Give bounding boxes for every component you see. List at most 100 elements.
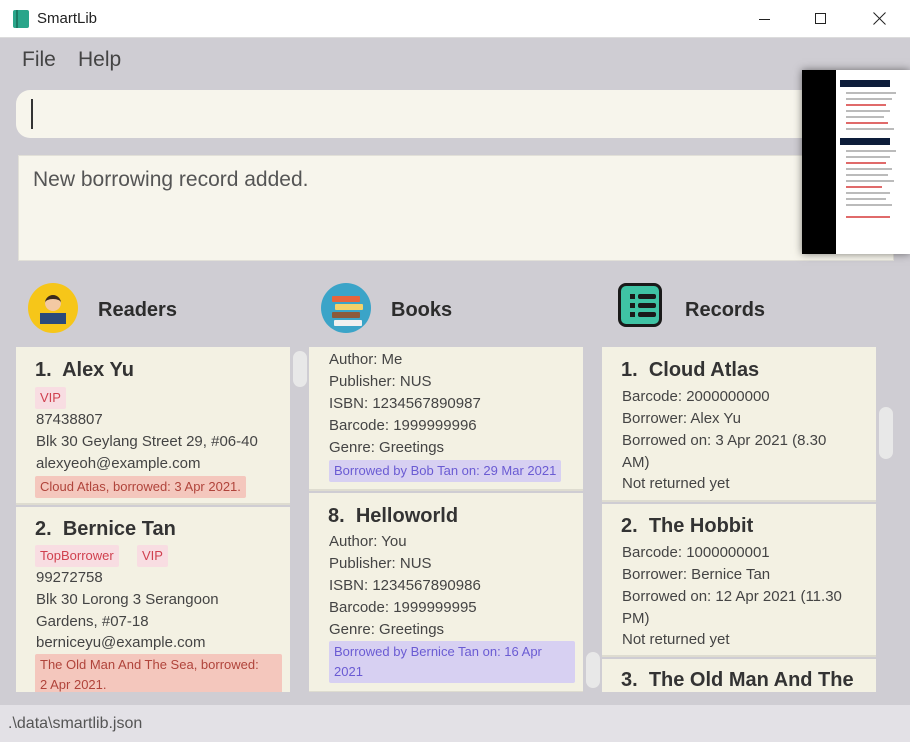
menu-file[interactable]: File <box>22 48 56 72</box>
book-genre: Genre: Greetings <box>329 621 445 638</box>
borrowed-line: 2 Apr 2021. <box>40 677 107 692</box>
reader-email: alexyeoh@example.com <box>36 455 201 472</box>
preview-line <box>846 204 892 206</box>
record-barcode: Barcode: 2000000000 <box>622 388 770 405</box>
books-stack-icon <box>321 283 371 333</box>
record-card[interactable]: 3. The Old Man And The <box>602 659 876 692</box>
records-icon-row <box>630 303 656 308</box>
reader-tag: VIP <box>35 387 66 409</box>
book-isbn: ISBN: 1234567890987 <box>329 395 481 412</box>
book-borrowed-tag: Borrowed by Bob Tan on: 29 Mar 2021 <box>329 460 562 482</box>
records-icon-row <box>630 312 656 317</box>
preview-line <box>846 110 890 112</box>
preview-line <box>846 150 896 152</box>
preview-line <box>846 216 890 218</box>
record-title: 2. The Hobbit <box>621 515 754 537</box>
book-isbn: ISBN: 1234567890986 <box>329 577 481 594</box>
reader-name: 2. Bernice Tan <box>35 518 176 540</box>
window-title: SmartLib <box>37 10 98 27</box>
result-display: New borrowing record added. <box>18 155 894 261</box>
book-layer <box>332 312 360 318</box>
preview-line <box>846 104 886 106</box>
book-card[interactable]: 8. Helloworld Author: You Publisher: NUS… <box>309 493 583 692</box>
data-file-path: .\data\smartlib.json <box>8 715 143 732</box>
readers-list[interactable]: 1. Alex Yu VIP 87438807 Blk 30 Geylang S… <box>16 347 290 692</box>
preview-line <box>846 98 892 100</box>
reader-face <box>45 295 61 311</box>
records-icon-row <box>630 294 656 299</box>
record-borrowed-on-cont: PM) <box>622 610 650 627</box>
preview-line <box>846 162 886 164</box>
record-borrower: Borrower: Bernice Tan <box>622 566 771 583</box>
records-scrollbar[interactable] <box>879 347 893 692</box>
title-bar: SmartLib <box>0 0 910 38</box>
reader-borrowed-tag: The Old Man And The Sea, borrowed: 2 Apr… <box>35 654 282 692</box>
borrowed-line: The Old Man And The Sea, borrowed: <box>40 657 259 672</box>
record-barcode: Barcode: 1000000001 <box>622 544 770 561</box>
preview-line <box>846 180 894 182</box>
preview-line <box>846 116 884 118</box>
books-scroll-thumb[interactable] <box>586 652 600 688</box>
record-title: 1. Cloud Atlas <box>621 359 760 381</box>
record-borrowed-on: Borrowed on: 12 Apr 2021 (11.30 <box>622 588 842 605</box>
records-title: Records <box>685 299 766 321</box>
preview-heading <box>840 138 890 145</box>
status-bar: .\data\smartlib.json <box>0 705 910 742</box>
record-borrower: Borrower: Alex Yu <box>622 410 741 427</box>
book-layer <box>335 304 363 310</box>
minimize-button[interactable] <box>734 0 792 38</box>
record-card[interactable]: 2. The Hobbit Barcode: 1000000001 Borrow… <box>602 504 876 657</box>
command-input[interactable] <box>16 90 894 138</box>
book-barcode: Barcode: 1999999996 <box>329 417 477 434</box>
preview-line <box>846 168 892 170</box>
book-borrowed-tag: Borrowed by Bernice Tan on: 16 Apr 2021 <box>329 641 575 683</box>
reader-card[interactable]: 1. Alex Yu VIP 87438807 Blk 30 Geylang S… <box>16 347 290 505</box>
book-card[interactable]: Author: Me Publisher: NUS ISBN: 12345678… <box>309 347 583 491</box>
records-scroll-thumb[interactable] <box>879 407 893 459</box>
borrowed-line: Borrowed by Bernice Tan on: 16 Apr <box>334 644 542 659</box>
reader-book <box>40 313 66 324</box>
record-status: Not returned yet <box>622 475 730 492</box>
menu-help[interactable]: Help <box>78 48 121 72</box>
text-caret <box>31 99 33 129</box>
books-title: Books <box>391 299 453 321</box>
reader-tag: TopBorrower <box>35 545 119 567</box>
preview-heading <box>840 80 890 87</box>
reader-email: berniceyu@example.com <box>36 634 206 651</box>
reader-name: 1. Alex Yu <box>35 359 134 381</box>
preview-line <box>846 122 888 124</box>
record-status: Not returned yet <box>622 631 730 648</box>
records-list-icon <box>618 283 662 327</box>
readers-scrollbar[interactable] <box>293 347 307 692</box>
book-author: Author: You <box>329 533 407 550</box>
reader-address-cont: Gardens, #07-18 <box>36 613 149 630</box>
reader-tag: VIP <box>137 545 168 567</box>
reader-card[interactable]: 2. Bernice Tan TopBorrower VIP 99272758 … <box>16 507 290 692</box>
book-publisher: Publisher: NUS <box>329 373 432 390</box>
book-barcode: Barcode: 1999999995 <box>329 599 477 616</box>
reader-phone: 99272758 <box>36 569 103 586</box>
book-author: Author: Me <box>329 351 403 368</box>
result-message: New borrowing record added. <box>33 168 309 191</box>
record-title: 3. The Old Man And The <box>621 669 854 691</box>
record-card[interactable]: 1. Cloud Atlas Barcode: 2000000000 Borro… <box>602 347 876 502</box>
readers-scroll-thumb[interactable] <box>293 351 307 387</box>
maximize-button[interactable] <box>792 0 850 38</box>
readers-title: Readers <box>98 299 177 321</box>
reader-icon <box>28 283 78 333</box>
overlapping-window-thumbnail[interactable] <box>802 70 910 254</box>
book-publisher: Publisher: NUS <box>329 555 432 572</box>
books-scrollbar[interactable] <box>586 347 600 692</box>
document-preview <box>836 70 910 254</box>
preview-line <box>846 192 890 194</box>
reader-address: Blk 30 Geylang Street 29, #06-40 <box>36 433 258 450</box>
reader-borrowed-tag: Cloud Atlas, borrowed: 3 Apr 2021. <box>35 476 246 498</box>
minimize-icon <box>759 19 770 20</box>
borrowed-line: 2021 <box>334 664 363 679</box>
books-list[interactable]: Author: Me Publisher: NUS ISBN: 12345678… <box>309 347 583 692</box>
preview-line <box>846 198 886 200</box>
close-button[interactable] <box>850 0 908 38</box>
book-genre: Genre: Greetings <box>329 439 445 456</box>
record-borrowed-on-cont: AM) <box>622 454 650 471</box>
records-list[interactable]: 1. Cloud Atlas Barcode: 2000000000 Borro… <box>602 347 876 692</box>
